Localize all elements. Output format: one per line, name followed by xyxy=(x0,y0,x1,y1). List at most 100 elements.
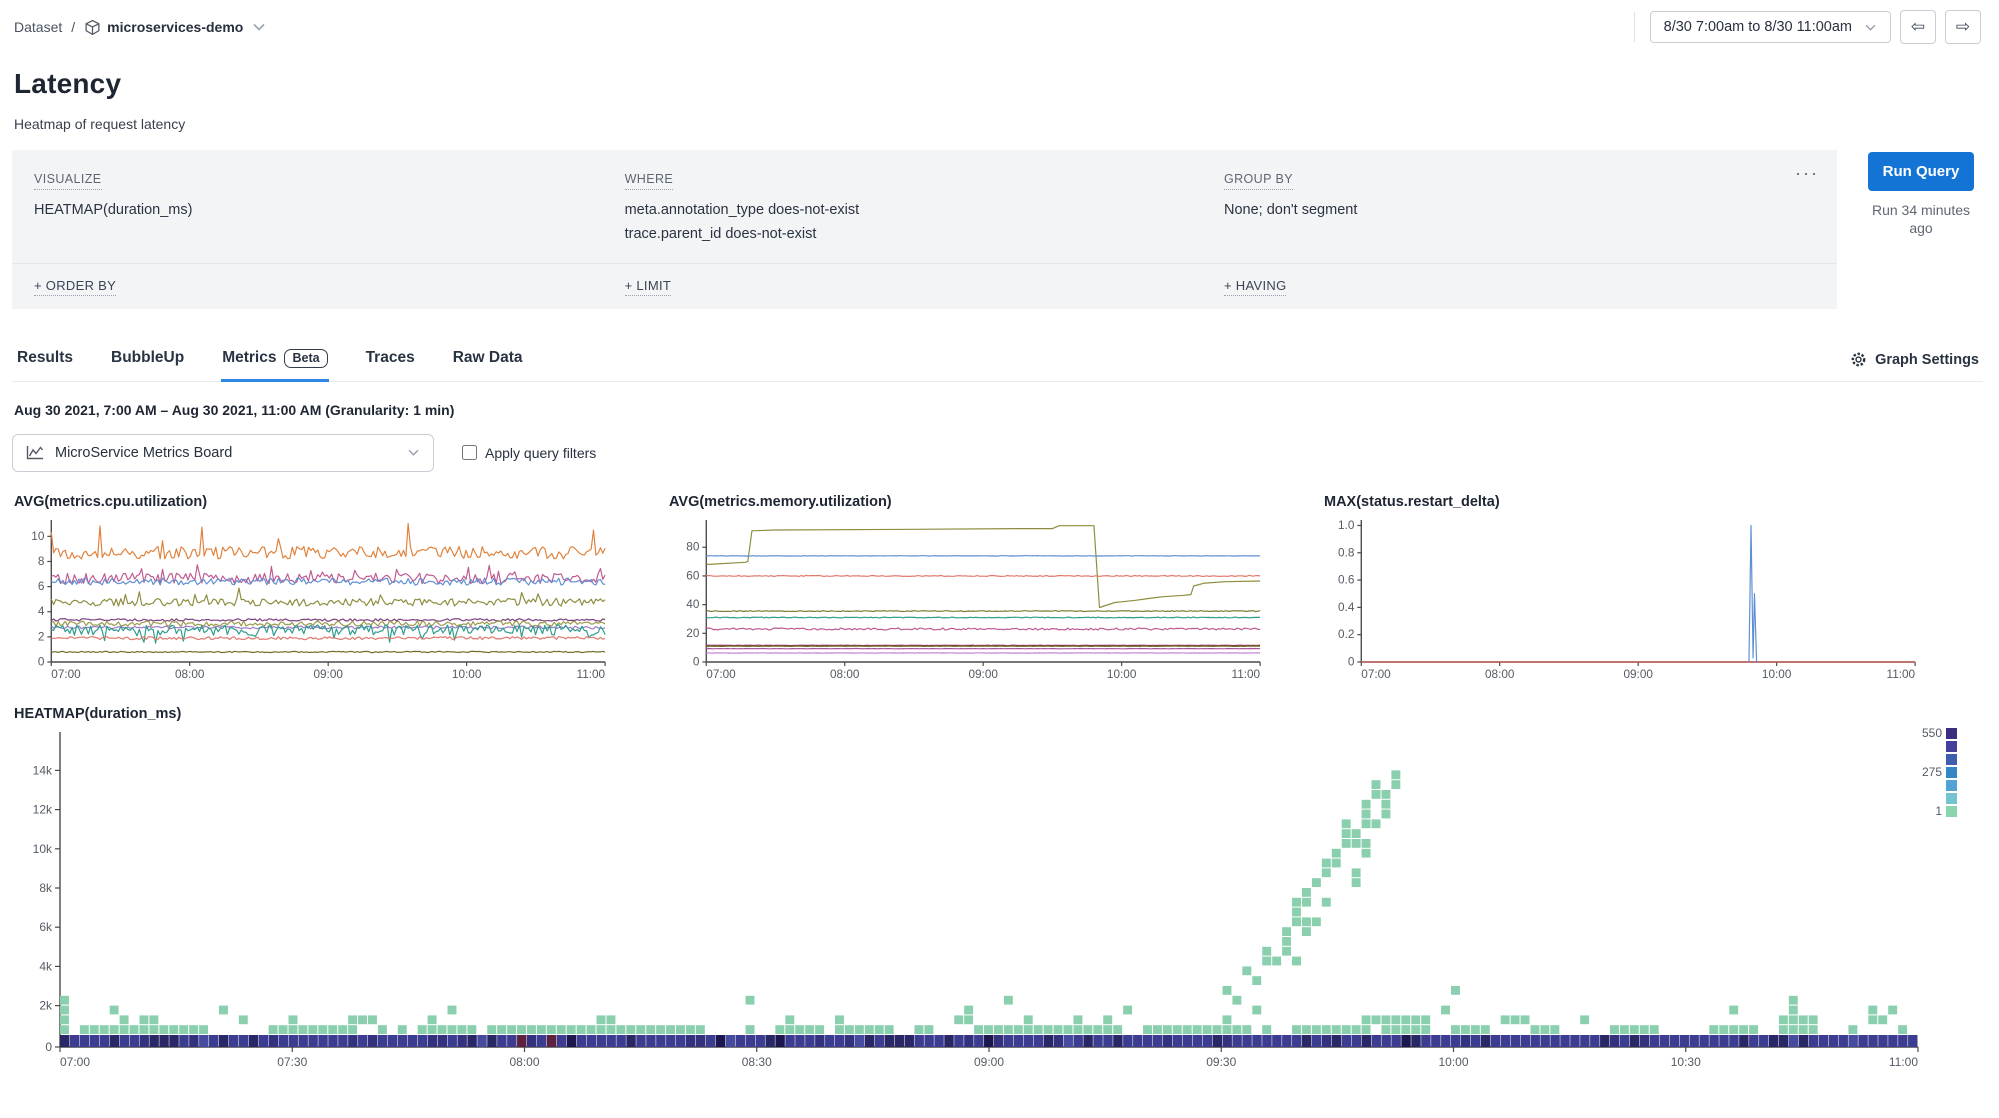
duration-heatmap-chart[interactable]: 0 2k 4k 6k 8k 10k 12k 14k 07:00 07:30 08:00 08:30 09… xyxy=(12,722,1983,1084)
time-summary: Aug 30 2021, 7:00 AM – Aug 30 2021, 11:0… xyxy=(14,401,455,418)
svg-text:6k: 6k xyxy=(39,920,53,934)
svg-text:1.0: 1.0 xyxy=(1338,518,1355,532)
svg-text:08:30: 08:30 xyxy=(742,1055,772,1069)
query-menu-ellipsis-icon[interactable]: ··· xyxy=(1795,164,1819,182)
visualize-column: VISUALIZE HEATMAP(duration_ms) xyxy=(34,170,625,247)
group-by-column: GROUP BY None; don't segment xyxy=(1224,170,1797,247)
group-by-value[interactable]: None; don't segment xyxy=(1224,199,1797,223)
board-chevron-down-icon xyxy=(408,449,419,456)
svg-text:07:00: 07:00 xyxy=(51,667,81,681)
line-chart-icon xyxy=(26,446,44,460)
svg-text:550: 550 xyxy=(1922,726,1942,740)
svg-text:0.6: 0.6 xyxy=(1338,572,1355,586)
visualize-label: VISUALIZE xyxy=(34,172,102,190)
svg-text:0.8: 0.8 xyxy=(1338,545,1355,559)
time-back-button[interactable]: ⇦ xyxy=(1900,10,1936,44)
add-having-button[interactable]: + HAVING xyxy=(1224,278,1287,296)
tab-metrics[interactable]: Metrics Beta xyxy=(221,339,329,382)
add-limit-button[interactable]: + LIMIT xyxy=(624,278,672,296)
tab-raw-data-label: Raw Data xyxy=(452,349,523,367)
tab-raw-data[interactable]: Raw Data xyxy=(452,339,524,380)
svg-text:11:00: 11:00 xyxy=(1232,667,1261,681)
svg-text:0: 0 xyxy=(1348,654,1355,668)
svg-text:09:00: 09:00 xyxy=(968,667,998,681)
graph-settings-button[interactable]: Graph Settings xyxy=(1850,351,1979,368)
svg-text:0: 0 xyxy=(38,654,45,668)
tab-results[interactable]: Results xyxy=(16,339,74,380)
metrics-board-value: MicroService Metrics Board xyxy=(55,444,233,461)
apply-query-filters: Apply query filters xyxy=(462,445,596,461)
results-tab-bar: Results BubbleUp Metrics Beta Traces Raw… xyxy=(12,339,1983,382)
svg-text:2k: 2k xyxy=(39,998,53,1012)
time-range-select[interactable]: 8/30 7:00am to 8/30 11:00am xyxy=(1649,11,1891,43)
time-range-chevron-down-icon xyxy=(1865,24,1876,31)
restart-delta-chart[interactable]: 0 0.2 0.4 0.6 0.8 1.0 07:00 08:00 09:00 10:00 11:0… xyxy=(1322,510,1921,688)
arrow-left-icon: ⇦ xyxy=(1910,17,1926,36)
page-subtitle: Heatmap of request latency xyxy=(14,116,186,132)
svg-text:07:00: 07:00 xyxy=(706,667,736,681)
restart-chart-title: MAX(status.restart_delta) xyxy=(1324,493,1500,510)
svg-text:10:30: 10:30 xyxy=(1671,1055,1701,1069)
apply-query-filters-checkbox[interactable] xyxy=(462,445,477,461)
where-clause[interactable]: meta.annotation_type does-not-exist xyxy=(625,199,1224,223)
board-row: MicroService Metrics Board Apply query f… xyxy=(12,433,1983,472)
dataset-name: microservices-demo xyxy=(107,19,244,35)
add-order-by-button[interactable]: + ORDER BY xyxy=(34,278,117,296)
tab-bubbleup[interactable]: BubbleUp xyxy=(110,339,185,380)
svg-text:8k: 8k xyxy=(39,881,53,895)
svg-text:1: 1 xyxy=(1935,804,1942,818)
query-panel-footer: + ORDER BY + LIMIT + HAVING xyxy=(12,262,1837,309)
svg-text:09:30: 09:30 xyxy=(1206,1055,1236,1069)
cpu-chart-block: AVG(metrics.cpu.utilization) 0 2 4 6 8 10 07:0… xyxy=(12,494,611,688)
where-column: WHERE meta.annotation_type does-not-exis… xyxy=(624,170,1224,247)
memory-chart-title: AVG(metrics.memory.utilization) xyxy=(669,493,892,510)
tab-bubbleup-label: BubbleUp xyxy=(111,349,185,367)
breadcrumb-root[interactable]: Dataset xyxy=(14,19,62,35)
gear-icon xyxy=(1851,352,1866,367)
time-range-value: 8/30 7:00am to 8/30 11:00am xyxy=(1663,19,1852,35)
svg-text:09:00: 09:00 xyxy=(313,667,343,681)
last-run-caption: Run 34 minutes ago xyxy=(1871,202,1971,236)
breadcrumb-separator: / xyxy=(71,19,76,35)
where-label: WHERE xyxy=(624,172,674,190)
tab-traces[interactable]: Traces xyxy=(365,339,416,380)
svg-text:07:30: 07:30 xyxy=(277,1055,307,1069)
group-by-label: GROUP BY xyxy=(1224,172,1293,190)
svg-text:12k: 12k xyxy=(33,802,53,816)
svg-text:0: 0 xyxy=(693,654,700,668)
svg-text:08:00: 08:00 xyxy=(509,1055,539,1069)
beta-badge: Beta xyxy=(284,348,328,368)
svg-text:0.2: 0.2 xyxy=(1338,627,1354,641)
tab-results-label: Results xyxy=(17,349,73,367)
restart-chart-block: MAX(status.restart_delta) 0 0.2 0.4 0.6 0.8 1… xyxy=(1322,494,1921,688)
metrics-charts-row: AVG(metrics.cpu.utilization) 0 2 4 6 8 10 07:0… xyxy=(12,494,1983,688)
svg-text:60: 60 xyxy=(686,568,699,582)
svg-text:2: 2 xyxy=(38,629,45,643)
svg-text:10:00: 10:00 xyxy=(452,667,482,681)
svg-text:09:00: 09:00 xyxy=(974,1055,1004,1069)
dataset-chevron-down-icon[interactable] xyxy=(252,22,266,32)
memory-chart-block: AVG(metrics.memory.utilization) 0 20 40 60 8… xyxy=(667,494,1266,688)
svg-text:11:00: 11:00 xyxy=(577,667,606,681)
svg-text:08:00: 08:00 xyxy=(175,667,205,681)
metrics-board-select[interactable]: MicroService Metrics Board xyxy=(12,433,434,472)
svg-text:14k: 14k xyxy=(33,763,53,777)
cpu-utilization-chart[interactable]: 0 2 4 6 8 10 07:00 08:00 09:00 10:00 11:00 xyxy=(12,510,611,688)
svg-text:11:00: 11:00 xyxy=(1889,1055,1918,1069)
svg-text:07:00: 07:00 xyxy=(60,1055,90,1069)
svg-text:40: 40 xyxy=(686,597,699,611)
query-panel: ··· VISUALIZE HEATMAP(duration_ms) WHERE… xyxy=(12,150,1837,309)
svg-text:10:00: 10:00 xyxy=(1438,1055,1468,1069)
dataset-cube-icon xyxy=(85,19,100,35)
dataset-crumb[interactable]: microservices-demo xyxy=(84,19,243,36)
svg-text:10k: 10k xyxy=(33,842,53,856)
visualize-value[interactable]: HEATMAP(duration_ms) xyxy=(34,199,625,223)
svg-text:08:00: 08:00 xyxy=(830,667,860,681)
run-query-button[interactable]: Run Query xyxy=(1867,152,1975,191)
query-panel-main: VISUALIZE HEATMAP(duration_ms) WHERE met… xyxy=(12,150,1837,263)
where-clause[interactable]: trace.parent_id does-not-exist xyxy=(625,223,1224,247)
time-forward-button[interactable]: ⇨ xyxy=(1945,10,1981,44)
svg-text:07:00: 07:00 xyxy=(1361,667,1391,681)
memory-utilization-chart[interactable]: 0 20 40 60 80 07:00 08:00 09:00 10:00 11:00 xyxy=(667,510,1266,688)
query-builder-row: ··· VISUALIZE HEATMAP(duration_ms) WHERE… xyxy=(12,150,1983,309)
